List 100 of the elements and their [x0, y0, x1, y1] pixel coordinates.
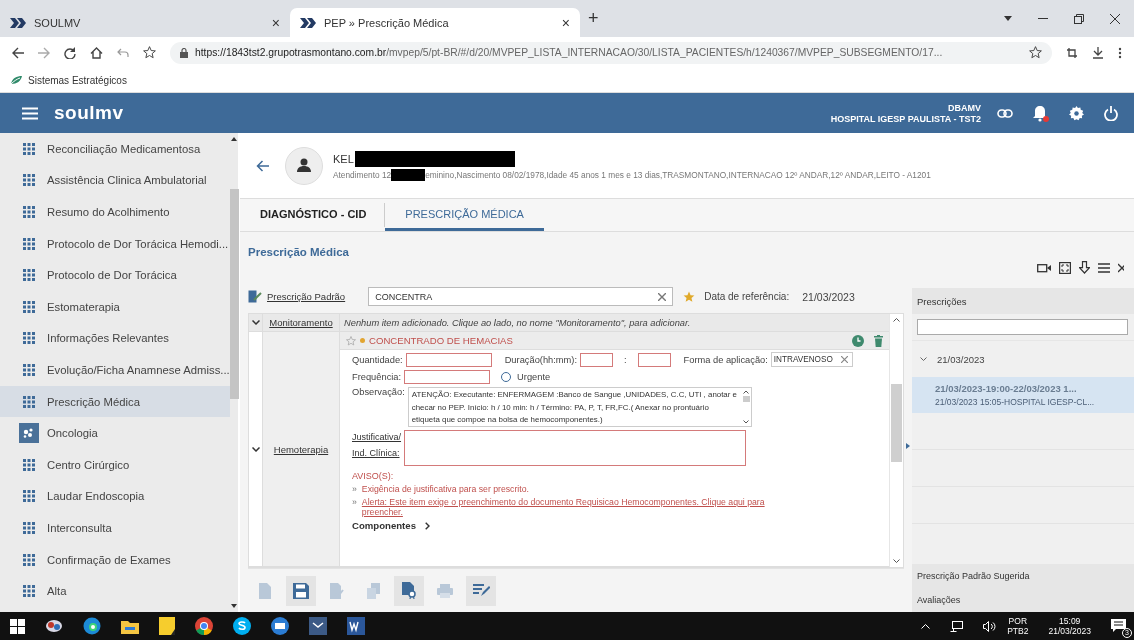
- home-icon[interactable]: [90, 46, 103, 59]
- browser-tab[interactable]: SOULMV ×: [0, 8, 290, 37]
- notes-icon[interactable]: [159, 617, 175, 635]
- sidebar-item[interactable]: Informações Relevantes: [0, 322, 230, 355]
- sidebar-item[interactable]: Confirmação de Exames: [0, 543, 230, 576]
- tab-close-button[interactable]: ×: [271, 14, 280, 31]
- minutes-field[interactable]: [637, 352, 671, 367]
- back-arrow-icon[interactable]: [256, 159, 269, 172]
- star-icon[interactable]: [143, 46, 156, 59]
- scrollbar-thumb[interactable]: [891, 384, 902, 462]
- route-field[interactable]: INTRAVENOSO: [770, 352, 853, 367]
- video-icon[interactable]: [1037, 262, 1051, 273]
- scroll-down-icon[interactable]: [231, 604, 238, 608]
- browser-icon[interactable]: [83, 617, 101, 635]
- justification-field[interactable]: [404, 430, 747, 466]
- keyboard-layout[interactable]: PTB2: [1007, 626, 1029, 636]
- minimize-icon[interactable]: [1038, 17, 1048, 20]
- tab[interactable]: PRESCRIÇÃO MÉDICA: [385, 199, 544, 231]
- sidebar-item[interactable]: Estomaterapia: [0, 290, 230, 323]
- clear-icon[interactable]: [658, 292, 667, 301]
- search-field[interactable]: [917, 319, 1128, 335]
- favorite-star-icon[interactable]: [683, 290, 696, 303]
- fullscreen-icon[interactable]: [1059, 261, 1071, 274]
- tab-close-button[interactable]: ×: [561, 14, 570, 31]
- save-button[interactable]: [286, 575, 316, 606]
- warning-link[interactable]: Alerta: Este item exige o preenchimento do documento Requisicao Hemocomponentes. Clique aqui para preencher.: [361, 497, 767, 517]
- notification-icon[interactable]: [1111, 619, 1126, 633]
- browser-tab[interactable]: PEP » Prescrição Médica ×: [290, 8, 580, 37]
- sidebar-item[interactable]: Protocolo de Dor Torácica Hemodi...: [0, 227, 230, 260]
- panel-section[interactable]: Avaliações: [912, 588, 1134, 612]
- sidebar-item[interactable]: Oncologia: [0, 417, 230, 449]
- sidebar-item[interactable]: Laudar Endoscopia: [0, 480, 230, 513]
- download-arrow-icon[interactable]: [1079, 261, 1090, 274]
- bell-icon[interactable]: [1033, 104, 1049, 122]
- folder-icon[interactable]: [121, 618, 139, 634]
- power-icon[interactable]: [1104, 105, 1118, 121]
- chevron-icon[interactable]: [251, 446, 260, 452]
- dropdown-icon[interactable]: [1004, 16, 1012, 21]
- sidebar-item[interactable]: Centro Cirúrgico: [0, 448, 230, 481]
- trash-icon[interactable]: [874, 334, 883, 347]
- sidebar-item[interactable]: Assistência Clinica Ambulatorial: [0, 164, 230, 197]
- language-indicator[interactable]: POR: [1008, 616, 1028, 626]
- download-icon[interactable]: [1092, 46, 1104, 59]
- close-icon[interactable]: [1118, 262, 1124, 273]
- network-icon[interactable]: [950, 620, 964, 632]
- sidebar-item[interactable]: Interconsulta: [0, 512, 230, 544]
- chevron-up-icon[interactable]: [921, 623, 931, 629]
- settings-icon[interactable]: [1069, 105, 1084, 121]
- sidebar-item[interactable]: Resumo do Acolhimento: [0, 196, 230, 228]
- chevron-icon[interactable]: [251, 320, 260, 325]
- sidebar-item[interactable]: Protocolo de Dor Torácica: [0, 259, 230, 291]
- scrollbar[interactable]: [889, 314, 903, 567]
- scroll-up-icon[interactable]: [231, 137, 238, 141]
- volume-icon[interactable]: [983, 620, 998, 632]
- menu-lines-icon[interactable]: [1098, 262, 1110, 273]
- standard-prescription-link[interactable]: Prescrição Padrão: [267, 291, 346, 302]
- bookmark-link[interactable]: Sistemas Estratégicos: [28, 74, 127, 86]
- app-icon[interactable]: [309, 617, 327, 635]
- new-tab-button[interactable]: +: [588, 8, 599, 29]
- clock-icon[interactable]: [852, 334, 864, 347]
- standard-prescription-field[interactable]: CONCENTRA: [368, 287, 674, 306]
- scroll-up-icon[interactable]: [743, 390, 750, 394]
- sidebar-item[interactable]: Prescrição Médica: [0, 385, 230, 418]
- star-icon[interactable]: [346, 335, 356, 346]
- app-icon[interactable]: [45, 617, 63, 635]
- close-icon[interactable]: [1110, 13, 1120, 24]
- edit-list-button[interactable]: [466, 575, 496, 606]
- back-icon[interactable]: [12, 46, 24, 59]
- menu-icon[interactable]: [22, 106, 38, 120]
- group-link[interactable]: Hemoterapia: [273, 443, 329, 455]
- sidebar-item[interactable]: Reconciliação Medicamentosa: [0, 133, 230, 165]
- scrollbar-thumb[interactable]: [742, 396, 750, 402]
- windows-icon[interactable]: [10, 618, 25, 634]
- clear-icon[interactable]: [840, 356, 848, 363]
- expand-arrow-icon[interactable]: [906, 443, 910, 449]
- frequency-field[interactable]: [404, 370, 491, 384]
- tab[interactable]: DIAGNÓSTICO - CID: [258, 199, 385, 231]
- panel-section[interactable]: Prescrição Padrão Sugerida: [912, 564, 1134, 588]
- link-icon[interactable]: [997, 108, 1013, 118]
- undo-icon[interactable]: [117, 47, 129, 58]
- quantity-field[interactable]: [405, 352, 492, 367]
- clock-time[interactable]: 15:09: [1059, 616, 1081, 626]
- hours-field[interactable]: [580, 352, 613, 367]
- scroll-up-icon[interactable]: [893, 318, 900, 322]
- restore-icon[interactable]: [1074, 13, 1084, 24]
- prescription-item[interactable]: 21/03/2023-19:00-22/03/2023 1... 21/03/2023 15:05-HOSPITAL IGESP-CL...: [912, 377, 1134, 413]
- scrollbar-thumb[interactable]: [229, 189, 239, 399]
- chevron-right-icon[interactable]: [424, 521, 430, 530]
- group-link[interactable]: Monitoramento: [269, 317, 333, 328]
- sidebar-item[interactable]: Alta: [0, 575, 230, 607]
- clock-date[interactable]: 21/03/2023: [1048, 626, 1091, 636]
- date-group[interactable]: 21/03/2023: [912, 341, 1134, 377]
- reload-icon[interactable]: [64, 46, 76, 59]
- more-icon[interactable]: [1118, 46, 1122, 59]
- sidebar-item[interactable]: Evolução/Ficha Anamnese Admiss...: [0, 354, 230, 386]
- components-link[interactable]: Componentes: [352, 520, 416, 531]
- scroll-down-icon[interactable]: [893, 559, 900, 563]
- certificate-button[interactable]: [394, 575, 424, 606]
- bookmark-star-icon[interactable]: [1029, 46, 1042, 59]
- scroll-down-icon[interactable]: [743, 420, 750, 424]
